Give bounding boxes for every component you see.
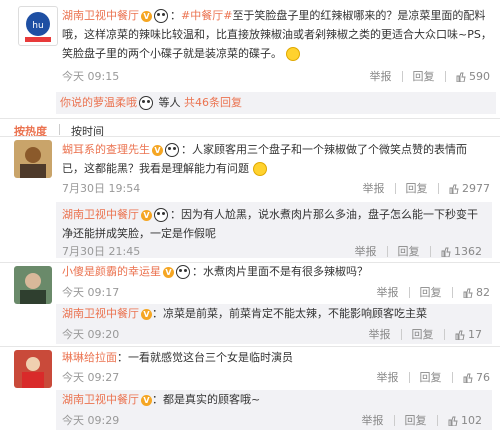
verified-icon: V <box>141 10 152 22</box>
comment-user[interactable]: 蝴耳系的查理先生 <box>62 143 150 156</box>
reply-button[interactable]: 回复 <box>405 412 427 428</box>
panda-icon <box>154 208 168 222</box>
reply-text: 湖南卫视中餐厅 V ：都是真实的顾客哦~ <box>62 393 261 406</box>
reply-time: 今天 09:29 <box>62 414 120 427</box>
reply-time: 今天 09:20 <box>62 328 120 341</box>
reply-summary[interactable]: 你说的萝温柔哦 等人 共46条回复 <box>56 92 496 114</box>
report-button[interactable]: 举报 <box>369 326 391 342</box>
comment-actions: 举报 回复 76 <box>377 369 491 385</box>
like-button[interactable]: 102 <box>448 414 482 427</box>
panda-icon <box>165 143 179 157</box>
comment-user[interactable]: 湖南卫视中餐厅 <box>62 9 139 22</box>
like-button[interactable]: 82 <box>463 286 490 299</box>
reply-block: 湖南卫视中餐厅 V ：凉菜是前菜，前菜肯定不能太辣，不能影响顾客吃主菜 今天 09:… <box>56 304 492 344</box>
comment-actions: 举报 回复 590 <box>370 68 491 84</box>
reply-text: 湖南卫视中餐厅 V ：凉菜是前菜，前菜肯定不能太辣，不能影响顾客吃主菜 <box>62 307 427 320</box>
report-button[interactable]: 举报 <box>370 68 392 84</box>
thumb-up-icon <box>449 184 459 194</box>
user-avatar-icon <box>22 357 44 388</box>
like-button[interactable]: 2977 <box>449 182 490 195</box>
logo-icon: hu <box>25 12 51 42</box>
avatar[interactable] <box>14 266 52 304</box>
like-button[interactable]: 76 <box>463 371 490 384</box>
report-button[interactable]: 举报 <box>355 243 377 259</box>
avatar[interactable] <box>14 350 52 388</box>
header-comment-text: 湖南卫视中餐厅 V ：#中餐厅#至于笑脸盘子里的红辣椒哪来的？是凉菜里面的配料哦，这… <box>62 9 492 61</box>
reply-button[interactable]: 回复 <box>420 369 442 385</box>
verified-icon: V <box>163 266 174 278</box>
comment-text: 小傻是颜霸的幸运星 V ：水煮肉片里面不是有很多辣椒吗？ <box>62 265 368 279</box>
verified-icon: V <box>141 308 152 320</box>
reply-user[interactable]: 湖南卫视中餐厅 <box>62 307 139 320</box>
thumb-up-icon <box>448 416 458 426</box>
svg-text:hu: hu <box>32 21 43 31</box>
reply-user[interactable]: 湖南卫视中餐厅 <box>62 393 139 406</box>
verified-icon: V <box>141 394 152 406</box>
comment-actions: 举报 回复 82 <box>377 284 491 300</box>
reply-actions: 举报 回复 1362 <box>355 243 483 259</box>
hashtag-link[interactable]: #中餐厅# <box>181 9 232 22</box>
reply-button[interactable]: 回复 <box>412 326 434 342</box>
report-button[interactable]: 举报 <box>363 180 385 196</box>
comment-time: 今天 09:27 <box>62 371 120 384</box>
reply-actions: 举报 回复 17 <box>369 326 483 342</box>
divider <box>0 118 500 119</box>
comment-time: 7月30日 19:54 <box>62 182 141 195</box>
panda-icon <box>154 9 168 23</box>
reply-button[interactable]: 回复 <box>413 68 435 84</box>
report-button[interactable]: 举报 <box>377 284 399 300</box>
like-button[interactable]: 590 <box>456 70 490 83</box>
verified-icon: V <box>141 209 152 221</box>
avatar[interactable] <box>14 140 52 178</box>
thumb-up-icon <box>455 330 465 340</box>
divider <box>0 346 500 347</box>
report-button[interactable]: 举报 <box>362 412 384 428</box>
comment-text: 琳琳给拉面：一看就感觉这台三个女是临时演员 <box>62 351 293 364</box>
panda-icon <box>176 265 190 279</box>
reply-text: 湖南卫视中餐厅 V ：因为有人尬黑，说水煮肉片那么多油，盘子怎么能一下秒变干净还能拼… <box>62 208 478 240</box>
user-avatar-icon <box>20 147 46 178</box>
reply-button[interactable]: 回复 <box>406 180 428 196</box>
reply-block: 湖南卫视中餐厅 V ：都是真实的顾客哦~ 今天 09:29 举报 回复 102 <box>56 390 492 430</box>
divider <box>0 136 500 137</box>
thumb-up-icon <box>463 288 473 298</box>
thumb-up-icon <box>441 247 451 257</box>
smile-icon <box>285 47 300 61</box>
avatar[interactable]: hu <box>18 6 58 46</box>
comment-time: 今天 09:15 <box>62 70 120 83</box>
comment-text: 蝴耳系的查理先生 V ：人家顾客用三个盘子和一个辣椒做了个微笑点赞的表情而已，这都能… <box>62 143 467 176</box>
reply-button[interactable]: 回复 <box>420 284 442 300</box>
smile-icon <box>252 162 267 176</box>
like-button[interactable]: 1362 <box>441 245 482 258</box>
reply-time: 7月30日 21:45 <box>62 245 141 258</box>
comment-time: 今天 09:17 <box>62 286 120 299</box>
thumb-up-icon <box>463 373 473 383</box>
verified-icon: V <box>152 144 163 156</box>
comment-actions: 举报 回复 2977 <box>363 180 491 196</box>
report-button[interactable]: 举报 <box>377 369 399 385</box>
reply-button[interactable]: 回复 <box>398 243 420 259</box>
reply-block: 湖南卫视中餐厅 V ：因为有人尬黑，说水煮肉片那么多油，盘子怎么能一下秒变干净还能拼… <box>56 202 492 258</box>
reply-user[interactable]: 湖南卫视中餐厅 <box>62 208 139 221</box>
panda-icon <box>139 96 153 110</box>
thumb-up-icon <box>456 72 466 82</box>
comment-user[interactable]: 琳琳给拉面 <box>62 351 117 364</box>
reply-actions: 举报 回复 102 <box>362 412 483 428</box>
like-button[interactable]: 17 <box>455 328 482 341</box>
reply-count-link[interactable]: 共46条回复 <box>184 96 242 109</box>
comment-user[interactable]: 小傻是颜霸的幸运星 <box>62 265 161 278</box>
user-avatar-icon <box>20 273 46 304</box>
